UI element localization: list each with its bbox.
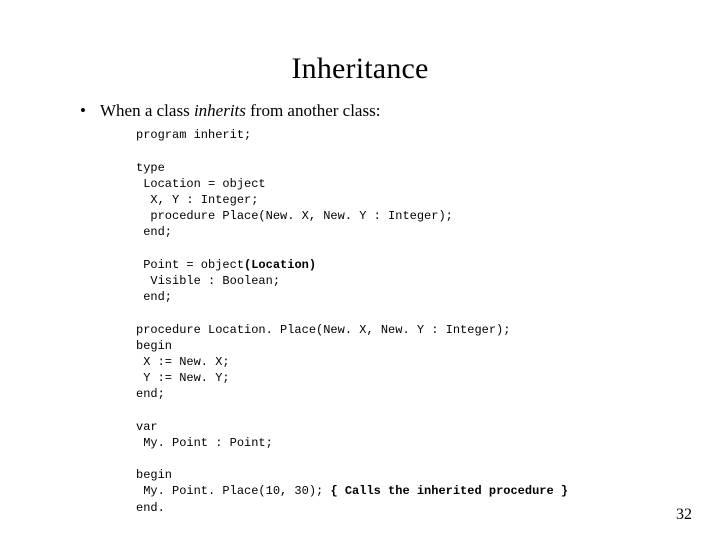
code-block: program inherit; type Location = object … — [80, 121, 660, 516]
code-line: My. Point : Point; — [136, 436, 273, 450]
code-bold: (Location) — [244, 258, 316, 272]
code-line: begin — [136, 468, 172, 482]
code-bold: { Calls the inherited procedure } — [330, 484, 568, 498]
code-line: procedure Place(New. X, New. Y : Integer… — [136, 209, 453, 223]
slide-title: Inheritance — [0, 0, 720, 86]
code-line: Location = object — [136, 177, 266, 191]
slide: Inheritance • When a class inherits from… — [0, 0, 720, 540]
bullet-marker: • — [80, 100, 100, 121]
code-line: end; — [136, 290, 172, 304]
code-line: var — [136, 420, 158, 434]
code-line: program inherit; — [136, 128, 251, 142]
code-line: end. — [136, 501, 165, 515]
bullet-text-post: from another class: — [246, 101, 381, 120]
slide-body: • When a class inherits from another cla… — [0, 86, 720, 516]
code-line: type — [136, 161, 165, 175]
code-line: Visible : Boolean; — [136, 274, 280, 288]
code-line: X := New. X; — [136, 355, 230, 369]
code-line: X, Y : Integer; — [136, 193, 258, 207]
code-line: procedure Location. Place(New. X, New. Y… — [136, 323, 510, 337]
code-line: My. Point. Place(10, 30); — [136, 484, 330, 498]
code-line: Y := New. Y; — [136, 371, 230, 385]
code-line: end; — [136, 387, 165, 401]
bullet-text: When a class inherits from another class… — [100, 100, 380, 121]
code-line: begin — [136, 339, 172, 353]
bullet-item: • When a class inherits from another cla… — [80, 100, 660, 121]
bullet-text-italic: inherits — [194, 101, 246, 120]
code-line: end; — [136, 225, 172, 239]
page-number: 32 — [676, 506, 692, 524]
code-line: Point = object — [136, 258, 244, 272]
bullet-text-pre: When a class — [100, 101, 194, 120]
